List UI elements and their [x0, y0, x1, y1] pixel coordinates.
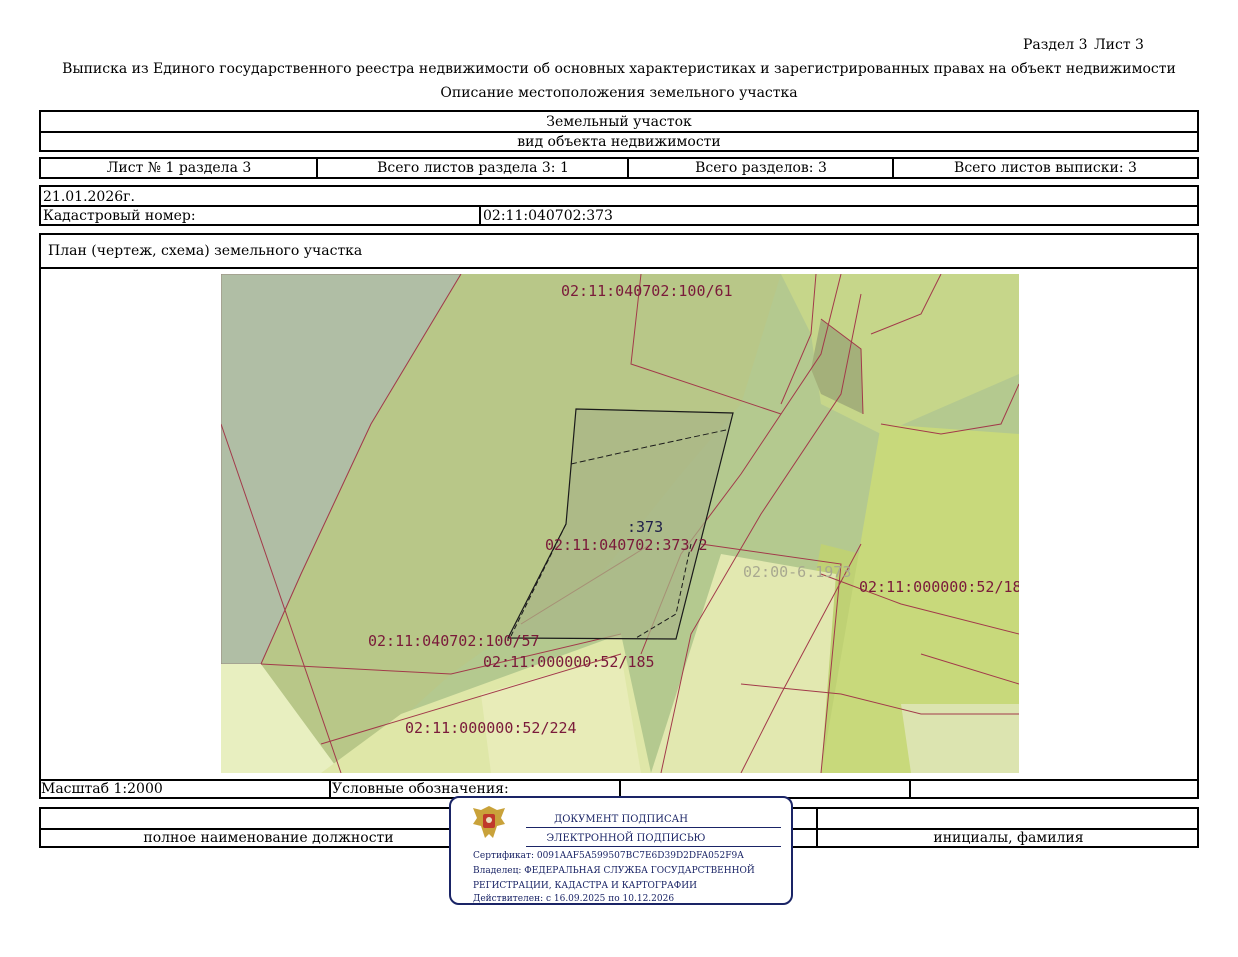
total-sheets-section: Всего листов раздела 3: 1: [377, 160, 569, 176]
map-label-100-57: 02:11:040702:100/57: [368, 632, 540, 650]
object-type-caption: вид объекта недвижимости: [517, 133, 721, 150]
stamp-line2: ЭЛЕКТРОННОЙ ПОДПИСЬЮ: [546, 833, 706, 844]
total-sheets-extract: Всего листов выписки: 3: [954, 160, 1137, 176]
map-label-100-61: 02:11:040702:100/61: [561, 282, 733, 300]
object-type: Земельный участок: [546, 114, 692, 130]
sheet-number: Лист № 1 раздела 3: [106, 160, 252, 176]
cadastral-label: Кадастровый номер:: [43, 207, 196, 224]
stamp-certificate: Сертификат: 0091AAF5A599507BC7E6D39D2DFA…: [473, 851, 744, 861]
map-label-373-2: 02:11:040702:373/2: [545, 536, 708, 554]
stamp-validity: Действителен: с 16.09.2025 по 10.12.2026: [473, 894, 675, 904]
map-label-52-185: 02:11:000000:52/185: [483, 653, 655, 671]
object-type-block: Земельный участок вид объекта недвижимос…: [39, 110, 1199, 152]
extract-date: 21.01.2026г.: [43, 188, 135, 205]
map-label-zone: 02:00-6.1973: [743, 563, 851, 581]
stamp-owner-1: Владелец: ФЕДЕРАЛЬНАЯ СЛУЖБА ГОСУДАРСТВЕ…: [473, 866, 755, 876]
name-caption: инициалы, фамилия: [933, 829, 1084, 846]
document-subtitle: Описание местоположения земельного участ…: [440, 85, 798, 101]
sheets-info-row: Лист № 1 раздела 3 Всего листов раздела …: [39, 157, 1199, 179]
stamp-line1: ДОКУМЕНТ ПОДПИСАН: [554, 814, 688, 825]
map-scale: Масштаб 1:2000: [41, 781, 163, 797]
position-caption: полное наименование должности: [143, 829, 394, 846]
sheet-label: Лист 3: [1094, 37, 1144, 53]
map-label-52-224: 02:11:000000:52/224: [405, 719, 577, 737]
cadastral-number: 02:11:040702:373: [483, 207, 613, 224]
map-label-52-18: 02:11:000000:52/18: [859, 578, 1019, 596]
plan-title: План (чертеж, схема) земельного участка: [48, 243, 363, 259]
cadastral-map: 02:11:040702:100/61 :373 02:11:040702:37…: [221, 274, 1019, 773]
document-title: Выписка из Единого государственного реес…: [62, 61, 1176, 77]
total-sections: Всего разделов: 3: [695, 160, 827, 176]
section-label: Раздел 3: [1023, 37, 1088, 53]
e-signature-stamp: ДОКУМЕНТ ПОДПИСАН ЭЛЕКТРОННОЙ ПОДПИСЬЮ С…: [449, 796, 793, 905]
stamp-owner-2: РЕГИСТРАЦИИ, КАДАСТРА И КАРТОГРАФИИ: [473, 881, 697, 891]
map-label-373: :373: [627, 518, 663, 536]
legend-label: Условные обозначения:: [332, 781, 509, 797]
cadastral-block: 21.01.2026г. Кадастровый номер: 02:11:04…: [39, 185, 1199, 226]
